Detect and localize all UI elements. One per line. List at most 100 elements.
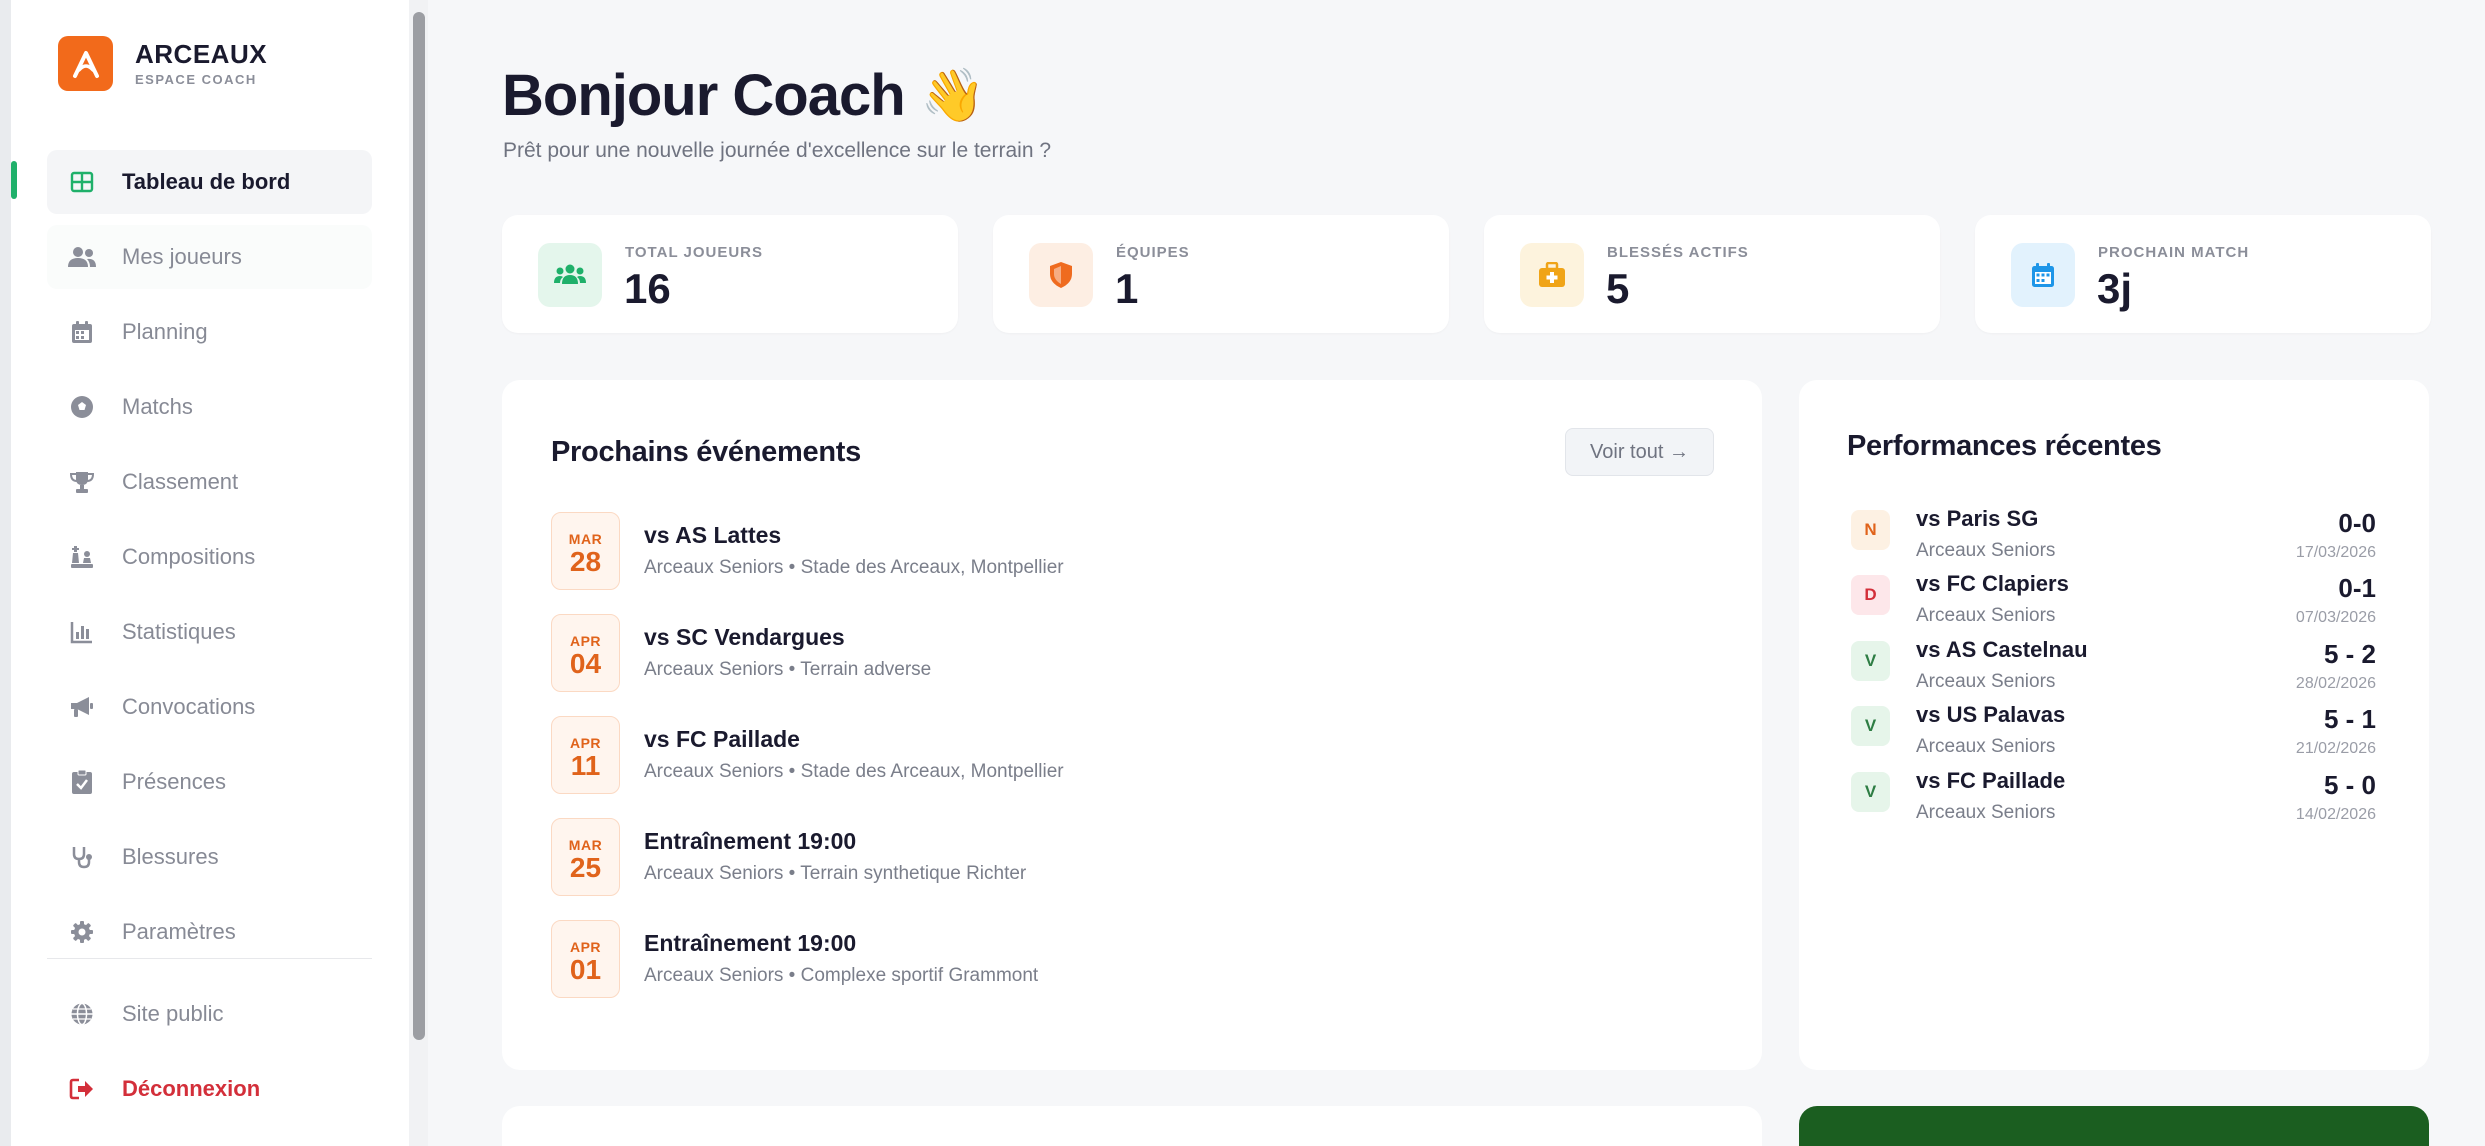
brand-subtitle: ESPACE COACH xyxy=(135,72,257,87)
clipboard-check-icon xyxy=(67,767,97,797)
sidebar-item-label: Convocations xyxy=(122,694,256,719)
event-day: 11 xyxy=(570,750,601,781)
event-item[interactable]: APR 11 vs FC Paillade Arceaux Seniors • … xyxy=(551,716,1251,796)
sidebar-item-label: Paramètres xyxy=(122,919,236,944)
sidebar-item-label: Classement xyxy=(122,469,239,494)
result-opponent: vs AS Castelnau xyxy=(1916,637,2088,662)
event-day: 01 xyxy=(569,954,602,985)
page-title-text: Bonjour Coach xyxy=(502,63,906,128)
chess-icon xyxy=(67,542,97,572)
event-title: vs SC Vendargues xyxy=(644,624,845,650)
result-badge: N xyxy=(1851,510,1890,550)
calendar-icon xyxy=(67,317,97,347)
gear-icon xyxy=(67,917,97,947)
sidebar-item-planning[interactable]: Planning xyxy=(47,300,372,364)
event-details: Arceaux Seniors • Complexe sportif Gramm… xyxy=(644,965,1039,986)
event-month: APR xyxy=(569,939,602,955)
result-team: Arceaux Seniors xyxy=(1916,605,2056,626)
stat-value: 16 xyxy=(624,265,671,312)
sidebar-item-presences[interactable]: Présences xyxy=(47,750,372,814)
result-opponent: vs FC Paillade xyxy=(1916,768,2066,793)
result-opponent: vs US Palavas xyxy=(1916,702,2066,727)
result-row[interactable]: V vs US Palavas Arceaux Seniors 5 - 1 21… xyxy=(1851,702,2376,768)
event-month: APR xyxy=(569,633,602,649)
page-subtitle: Prêt pour une nouvelle journée d'excelle… xyxy=(503,139,1052,162)
calendar-icon xyxy=(2011,243,2075,307)
see-all-button[interactable]: Voir tout → xyxy=(1565,428,1714,476)
result-date: 28/02/2026 xyxy=(2295,675,2376,692)
green-panel-cropped xyxy=(1799,1106,2429,1146)
sidebar-item-tableau-de-bord[interactable]: Tableau de bord xyxy=(47,150,372,214)
stat-value: 5 xyxy=(1606,265,1630,312)
stat-card-blesses-actifs: BLESSÉS ACTIFS 5 xyxy=(1484,215,1940,333)
sidebar-item-parametres[interactable]: Paramètres xyxy=(47,900,372,964)
event-date-badge: MAR 25 xyxy=(551,818,620,896)
sidebar-divider xyxy=(47,958,372,959)
event-date-badge: APR 11 xyxy=(551,716,620,794)
sidebar-item-label: Site public xyxy=(122,1001,224,1026)
result-date: 21/02/2026 xyxy=(2295,740,2376,757)
result-score: 5 - 1 xyxy=(2323,704,2376,734)
result-row[interactable]: V vs AS Castelnau Arceaux Seniors 5 - 2 … xyxy=(1851,637,2376,703)
brand[interactable]: ARCEAUX ESPACE COACH xyxy=(58,36,267,91)
megaphone-icon xyxy=(67,692,97,722)
users-icon xyxy=(538,243,602,307)
result-score: 5 - 0 xyxy=(2323,770,2376,800)
result-row[interactable]: V vs FC Paillade Arceaux Seniors 5 - 0 1… xyxy=(1851,768,2376,834)
sidebar-item-label: Blessures xyxy=(122,844,219,869)
shield-icon xyxy=(1029,243,1093,307)
event-title: Entraînement 19:00 xyxy=(644,828,857,854)
event-title: Entraînement 19:00 xyxy=(644,930,857,956)
sidebar-item-matchs[interactable]: Matchs xyxy=(47,375,372,439)
sidebar-item-deconnexion[interactable]: Déconnexion xyxy=(47,1057,372,1121)
result-opponent: vs Paris SG xyxy=(1916,506,2039,531)
trophy-icon xyxy=(67,467,97,497)
stat-label: PROCHAIN MATCH xyxy=(2098,244,2250,261)
result-badge: V xyxy=(1851,641,1890,681)
sidebar-item-compositions[interactable]: Compositions xyxy=(47,525,372,589)
event-date-badge: APR 01 xyxy=(551,920,620,998)
result-badge: V xyxy=(1851,772,1890,812)
sidebar-item-label: Déconnexion xyxy=(122,1076,261,1101)
globe-icon xyxy=(67,999,97,1029)
logout-icon xyxy=(67,1074,97,1104)
event-item[interactable]: MAR 25 Entraînement 19:00 Arceaux Senior… xyxy=(551,818,1251,898)
event-item[interactable]: MAR 28 vs AS Lattes Arceaux Seniors • St… xyxy=(551,512,1251,592)
result-row[interactable]: D vs FC Clapiers Arceaux Seniors 0-1 07/… xyxy=(1851,571,2376,637)
sidebar-scrollbar-thumb[interactable] xyxy=(413,12,425,1040)
sidebar-item-statistiques[interactable]: Statistiques xyxy=(47,600,372,664)
result-row[interactable]: N vs Paris SG Arceaux Seniors 0-0 17/03/… xyxy=(1851,506,2376,572)
event-item[interactable]: APR 04 vs SC Vendargues Arceaux Seniors … xyxy=(551,614,1251,694)
stat-card-total-joueurs: TOTAL JOUEURS 16 xyxy=(502,215,958,333)
event-date-badge: APR 04 xyxy=(551,614,620,692)
upcoming-events-title: Prochains événements xyxy=(551,436,861,468)
stat-value: 1 xyxy=(1115,265,1139,312)
event-item[interactable]: APR 01 Entraînement 19:00 Arceaux Senior… xyxy=(551,920,1251,1000)
next-panel-cropped xyxy=(502,1106,1762,1146)
sidebar-item-label: Mes joueurs xyxy=(122,244,242,269)
result-team: Arceaux Seniors xyxy=(1916,802,2056,823)
stat-card-equipes: ÉQUIPES 1 xyxy=(993,215,1449,333)
sidebar-item-convocations[interactable]: Convocations xyxy=(47,675,372,739)
sidebar-nav: Tableau de bord Mes joueurs Planning Mat… xyxy=(47,150,372,975)
stat-label: BLESSÉS ACTIFS xyxy=(1607,244,1749,261)
sidebar-item-label: Compositions xyxy=(122,544,256,569)
sidebar-item-label: Tableau de bord xyxy=(122,169,291,194)
stat-value: 3j xyxy=(2097,265,2133,312)
event-month: APR xyxy=(569,735,602,751)
stat-label: ÉQUIPES xyxy=(1116,244,1190,261)
window-edge xyxy=(0,0,11,1146)
bar-chart-icon xyxy=(67,617,97,647)
sidebar-item-blessures[interactable]: Blessures xyxy=(47,825,372,889)
grid-icon xyxy=(67,167,97,197)
sidebar-item-label: Planning xyxy=(122,319,208,344)
event-month: MAR xyxy=(568,837,603,853)
brand-name: ARCEAUX xyxy=(135,39,268,69)
result-team: Arceaux Seniors xyxy=(1916,671,2056,692)
sidebar-item-mes-joueurs[interactable]: Mes joueurs xyxy=(47,225,372,289)
sidebar-item-classement[interactable]: Classement xyxy=(47,450,372,514)
stat-card-prochain-match: PROCHAIN MATCH 3j xyxy=(1975,215,2431,333)
sidebar-item-site-public[interactable]: Site public xyxy=(47,982,372,1046)
sidebar: ARCEAUX ESPACE COACH Tableau de bord Mes… xyxy=(0,0,428,1146)
result-badge: V xyxy=(1851,706,1890,746)
